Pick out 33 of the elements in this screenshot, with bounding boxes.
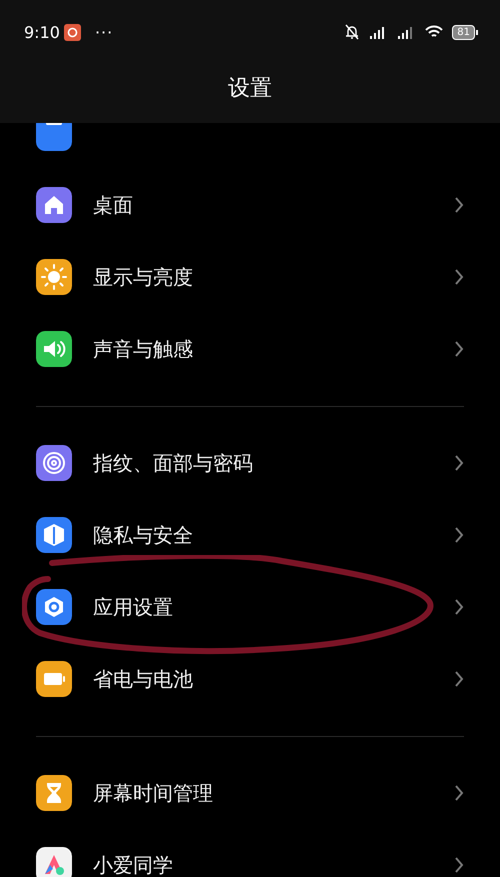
battery-indicator: 81	[452, 24, 478, 40]
setting-item[interactable]: 指纹、面部与密码	[93, 450, 500, 476]
clock-time: 9:10	[24, 22, 60, 42]
setting-item[interactable]: 声音与触感	[93, 336, 500, 362]
page-title: 设置	[228, 75, 272, 103]
setting-item[interactable]: 隐私与安全	[93, 522, 500, 548]
shield-icon	[36, 517, 72, 553]
muted-bell-icon	[344, 24, 360, 40]
chevron-right-icon	[454, 340, 464, 358]
hourglass-icon	[36, 775, 72, 811]
camera-icon	[64, 24, 81, 40]
chevron-right-icon	[454, 454, 464, 472]
assistant-icon	[36, 847, 72, 877]
home-icon	[36, 187, 72, 223]
battery-icon	[36, 661, 72, 697]
setting-item[interactable]: 小爱同学	[93, 852, 500, 877]
sun-icon	[36, 259, 72, 295]
chevron-right-icon	[454, 784, 464, 802]
setting-item[interactable]: 应用设置	[93, 594, 500, 620]
speaker-icon	[36, 331, 72, 367]
fingerprint-icon	[36, 445, 72, 481]
setting-item[interactable]: 显示与亮度	[93, 264, 500, 290]
setting-item[interactable]: 桌面	[93, 192, 500, 218]
chevron-right-icon	[454, 268, 464, 286]
chevron-right-icon	[454, 598, 464, 616]
setting-item[interactable]: 省电与电池	[93, 666, 500, 692]
chevron-right-icon	[454, 196, 464, 214]
app-icon	[36, 123, 72, 151]
chevron-right-icon	[454, 856, 464, 874]
more-indicator: ···	[94, 22, 114, 42]
chevron-right-icon	[454, 526, 464, 544]
chevron-right-icon	[454, 670, 464, 688]
setting-item[interactable]: 屏幕时间管理	[93, 780, 500, 806]
